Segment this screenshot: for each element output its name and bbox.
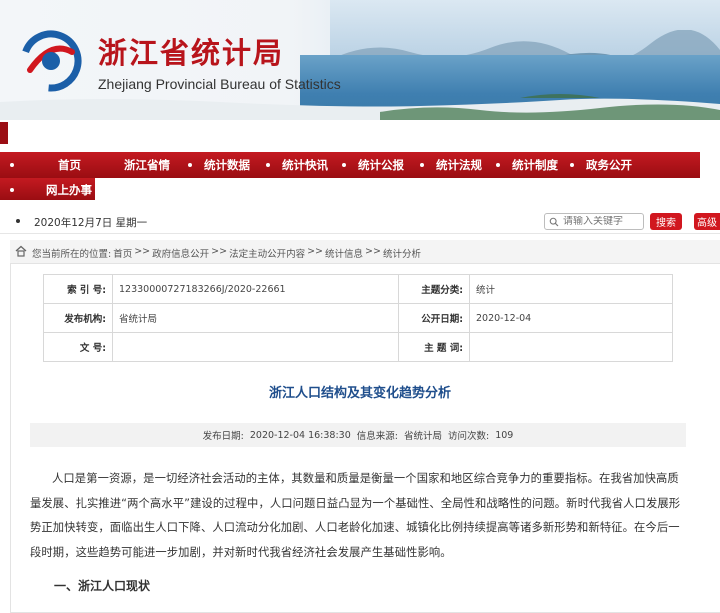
breadcrumb-separator: >> (307, 246, 324, 257)
breadcrumb-separator: >> (134, 246, 151, 257)
section-heading: 一、浙江人口现状 (54, 579, 151, 593)
nav-label: 统计快讯 (282, 158, 328, 172)
nav-item-statistics-law[interactable]: 统计法规 (420, 157, 482, 173)
publish-date-label: 发布日期: (202, 431, 244, 442)
document-meta-table: 索 引 号: 12330000727183266J/2020-22661 主题分… (43, 274, 673, 362)
advanced-search-button[interactable]: 高级 (694, 213, 720, 230)
keywords-value (469, 332, 673, 362)
nav-label: 统计数据 (204, 158, 250, 172)
pubdate-value: 2020-12-04 (469, 303, 673, 333)
home-icon (15, 245, 27, 257)
publisher-value: 省统计局 (112, 303, 399, 333)
breadcrumb: 您当前所在的位置: 首页 >> 政府信息公开 >> 法定主动公开内容 >> 统计… (32, 246, 421, 260)
site-subtitle: Zhejiang Provincial Bureau of Statistics (98, 76, 341, 92)
bullet-icon (10, 163, 14, 167)
article-info-bar: 发布日期: 2020-12-04 16:38:30 信息来源: 省统计局 访问次… (30, 423, 686, 447)
site-banner: 浙江省统计局 Zhejiang Provincial Bureau of Sta… (0, 0, 720, 120)
nav-item-zhejiang-overview[interactable]: 浙江省情 (124, 157, 170, 173)
nav-item-statistics-system[interactable]: 统计制度 (496, 157, 558, 173)
bullet-icon (570, 163, 574, 167)
bullet-icon (420, 163, 424, 167)
search-button[interactable]: 搜索 (650, 213, 682, 230)
search-icon (549, 217, 559, 226)
table-row: 文 号: 主 题 词: (43, 332, 673, 362)
category-label: 主题分类: (398, 274, 470, 304)
nav-row-secondary (0, 178, 720, 202)
breadcrumb-link-mandatory-disclosure[interactable]: 法定主动公开内容 (229, 246, 305, 260)
breadcrumb-link-statistics-analysis[interactable]: 统计分析 (383, 246, 421, 260)
docno-label: 文 号: (43, 332, 113, 362)
site-title: 浙江省统计局 (98, 36, 285, 70)
search-box[interactable] (544, 213, 644, 230)
nav-item-online-services[interactable]: 网上办事 (10, 182, 92, 198)
current-date: 2020年12月7日 星期一 (34, 217, 148, 229)
publisher-label: 发布机构: (43, 303, 113, 333)
nav-label: 首页 (58, 158, 81, 172)
source-value: 省统计局 (403, 431, 442, 442)
index-value: 12330000727183266J/2020-22661 (112, 274, 399, 304)
banner-shore-image (0, 94, 720, 120)
visits-label: 访问次数: (447, 431, 490, 442)
nav-label: 政务公开 (586, 158, 632, 172)
breadcrumb-separator: >> (365, 246, 381, 257)
table-row: 索 引 号: 12330000727183266J/2020-22661 主题分… (43, 274, 673, 304)
bullet-icon (10, 188, 14, 192)
pubdate-label: 公开日期: (398, 303, 470, 333)
breadcrumb-link-statistics-info[interactable]: 统计信息 (325, 246, 363, 260)
nav-label: 统计法规 (436, 158, 482, 172)
keywords-label: 主 题 词: (398, 332, 470, 362)
visits-value: 109 (495, 429, 514, 441)
nav-label: 统计公报 (358, 158, 404, 172)
nav-item-government-affairs[interactable]: 政务公开 (570, 157, 632, 173)
bullet-icon (496, 163, 500, 167)
publish-date-value: 2020-12-04 16:38:30 (249, 429, 351, 441)
category-value: 统计 (469, 274, 673, 304)
breadcrumb-prefix: 您当前所在的位置: (32, 249, 112, 260)
article-paragraph: 人口是第一资源，是一切经济社会活动的主体，其数量和质量是衡量一个国家和地区综合竞… (30, 472, 681, 559)
nav-item-statistics-bulletin[interactable]: 统计公报 (342, 157, 404, 173)
article-title: 浙江人口结构及其变化趋势分析 (268, 386, 451, 401)
bullet-icon (16, 219, 20, 223)
source-label: 信息来源: (356, 431, 398, 442)
index-label: 索 引 号: (43, 274, 113, 304)
nav-item-home[interactable]: 首页 (10, 157, 81, 173)
nav-label: 浙江省情 (124, 158, 170, 172)
nav-item-statistics-data[interactable]: 统计数据 (188, 157, 250, 173)
bullet-icon (188, 163, 192, 167)
breadcrumb-link-home[interactable]: 首页 (113, 246, 132, 260)
bullet-icon (342, 163, 346, 167)
docno-value (112, 332, 399, 362)
breadcrumb-link-gov-info[interactable]: 政府信息公开 (152, 246, 209, 260)
nav-label: 网上办事 (46, 183, 92, 197)
nav-item-statistics-news[interactable]: 统计快讯 (266, 157, 328, 173)
bullet-icon (266, 163, 270, 167)
nav-left-tab (0, 122, 8, 144)
nav-label: 统计制度 (512, 158, 558, 172)
table-row: 发布机构: 省统计局 公开日期: 2020-12-04 (43, 303, 673, 333)
bureau-logo-icon (20, 30, 82, 92)
search-input[interactable] (563, 216, 643, 227)
breadcrumb-separator: >> (211, 246, 228, 257)
